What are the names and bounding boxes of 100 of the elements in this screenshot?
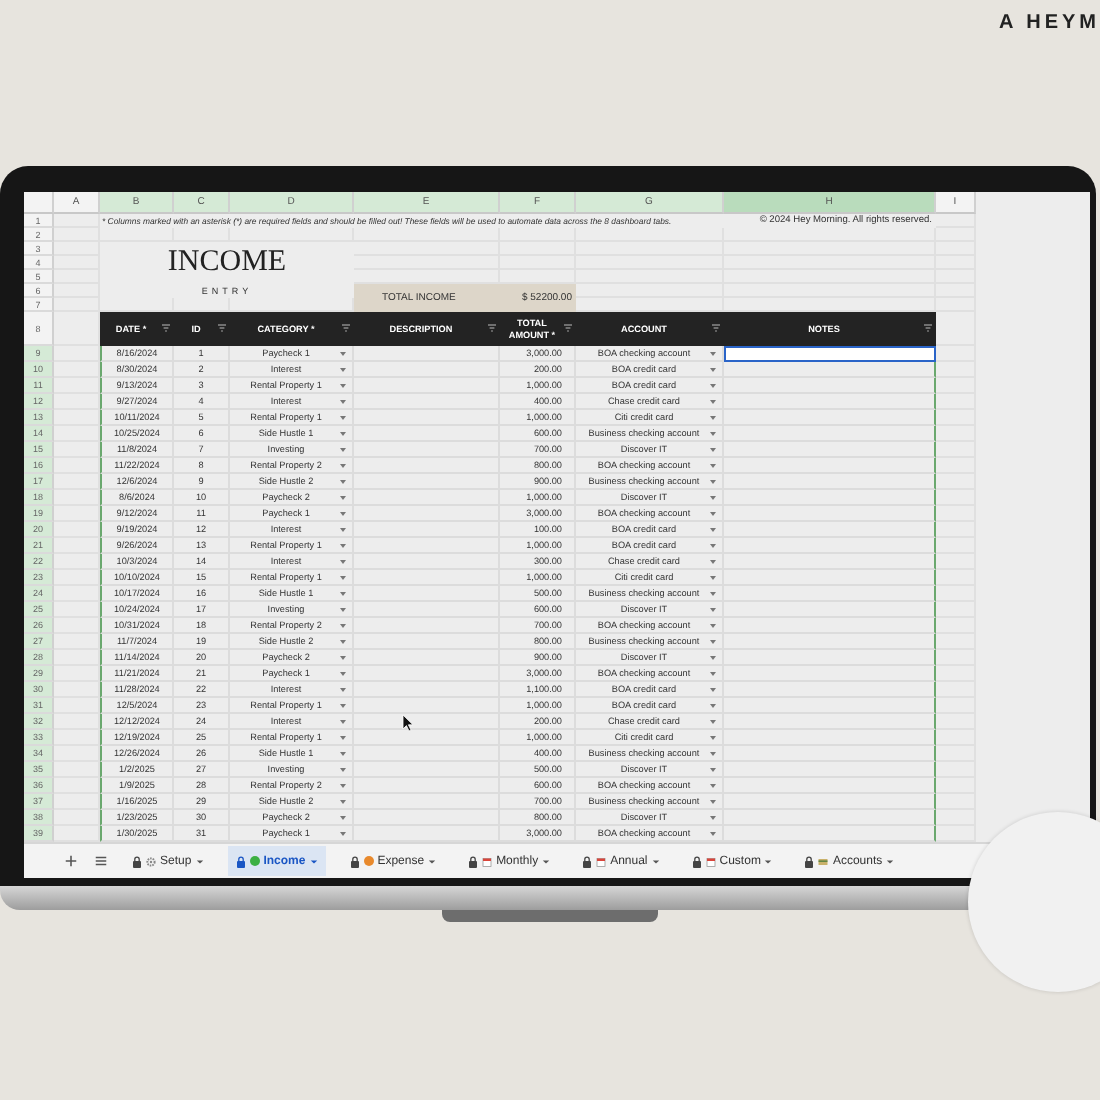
dropdown-arrow-icon — [340, 832, 346, 836]
notes-cell[interactable] — [724, 650, 936, 666]
empty-cell[interactable] — [936, 698, 976, 714]
notes-cell[interactable] — [724, 634, 936, 650]
dropdown-arrow-icon — [340, 592, 346, 596]
filter-icon[interactable] — [712, 324, 720, 332]
empty-cell[interactable] — [936, 778, 976, 794]
notes-cell[interactable] — [724, 778, 936, 794]
notes-cell[interactable] — [724, 378, 936, 394]
empty-cell[interactable] — [936, 794, 976, 810]
notes-cell[interactable] — [724, 458, 936, 474]
dropdown-arrow-icon — [710, 544, 716, 548]
empty-cell[interactable] — [936, 522, 976, 538]
empty-cell[interactable] — [936, 554, 976, 570]
notes-cell[interactable] — [724, 442, 936, 458]
calendar-icon — [705, 855, 716, 867]
empty-cell[interactable] — [936, 442, 976, 458]
lock-icon — [349, 855, 360, 867]
notes-cell[interactable] — [724, 410, 936, 426]
empty-cell[interactable] — [936, 362, 976, 378]
filter-icon[interactable] — [218, 324, 226, 332]
dropdown-arrow-icon — [710, 352, 716, 356]
notes-cell[interactable] — [724, 490, 936, 506]
notes-cell[interactable] — [724, 586, 936, 602]
empty-cell[interactable] — [936, 714, 976, 730]
notes-cell[interactable] — [724, 570, 936, 586]
empty-cell[interactable] — [936, 538, 976, 554]
notes-cell[interactable] — [724, 538, 936, 554]
dropdown-arrow-icon — [710, 656, 716, 660]
dropdown-arrow-icon — [710, 416, 716, 420]
empty-cell[interactable] — [576, 270, 724, 284]
empty-cell[interactable] — [936, 762, 976, 778]
empty-cell[interactable] — [936, 298, 976, 312]
empty-cell[interactable] — [936, 458, 976, 474]
empty-cell[interactable] — [936, 214, 976, 228]
dropdown-arrow-icon — [340, 608, 346, 612]
notes-cell[interactable] — [724, 346, 936, 362]
filter-icon[interactable] — [924, 324, 932, 332]
empty-cell[interactable] — [936, 474, 976, 490]
dropdown-arrow-icon — [710, 768, 716, 772]
empty-cell[interactable] — [576, 284, 724, 298]
empty-cell[interactable] — [936, 634, 976, 650]
notes-cell[interactable] — [724, 682, 936, 698]
empty-cell[interactable] — [936, 586, 976, 602]
dropdown-arrow-icon — [710, 512, 716, 516]
notes-cell[interactable] — [724, 362, 936, 378]
add-sheet-icon[interactable] — [64, 854, 78, 868]
empty-cell[interactable] — [936, 618, 976, 634]
notes-cell[interactable] — [724, 474, 936, 490]
dropdown-arrow-icon — [340, 816, 346, 820]
dropdown-arrow-icon — [710, 640, 716, 644]
empty-cell[interactable] — [936, 426, 976, 442]
dropdown-arrow-icon — [710, 496, 716, 500]
notes-cell[interactable] — [724, 554, 936, 570]
notes-cell[interactable] — [724, 810, 936, 826]
notes-cell[interactable] — [724, 762, 936, 778]
filter-icon[interactable] — [564, 324, 572, 332]
caret-icon — [309, 855, 318, 867]
notes-cell[interactable] — [724, 698, 936, 714]
empty-cell[interactable] — [936, 490, 976, 506]
empty-cell[interactable] — [936, 570, 976, 586]
dropdown-arrow-icon — [340, 448, 346, 452]
notes-cell[interactable] — [724, 746, 936, 762]
filter-icon[interactable] — [162, 324, 170, 332]
filter-icon[interactable] — [342, 324, 350, 332]
empty-cell[interactable] — [936, 666, 976, 682]
card-icon — [818, 855, 829, 867]
notes-cell[interactable] — [724, 506, 936, 522]
dropdown-arrow-icon — [340, 384, 346, 388]
notes-cell[interactable] — [724, 426, 936, 442]
notes-cell[interactable] — [724, 714, 936, 730]
mouse-pointer-icon — [402, 714, 414, 732]
dropdown-arrow-icon — [710, 688, 716, 692]
notes-cell[interactable] — [724, 394, 936, 410]
empty-cell[interactable] — [936, 410, 976, 426]
notes-cell[interactable] — [724, 794, 936, 810]
notes-cell[interactable] — [724, 618, 936, 634]
notes-cell[interactable] — [724, 666, 936, 682]
empty-cell[interactable] — [936, 810, 976, 826]
dropdown-arrow-icon — [340, 688, 346, 692]
empty-cell[interactable] — [936, 730, 976, 746]
empty-cell[interactable] — [936, 650, 976, 666]
dropdown-arrow-icon — [340, 368, 346, 372]
dropdown-arrow-icon — [340, 656, 346, 660]
filter-icon[interactable] — [488, 324, 496, 332]
dropdown-arrow-icon — [710, 608, 716, 612]
caret-icon — [195, 855, 204, 867]
lock-icon — [235, 855, 246, 867]
menu-icon[interactable] — [94, 854, 108, 868]
dropdown-arrow-icon — [340, 736, 346, 740]
empty-cell[interactable] — [936, 746, 976, 762]
empty-cell[interactable] — [936, 602, 976, 618]
empty-cell[interactable] — [936, 378, 976, 394]
notes-cell[interactable] — [724, 522, 936, 538]
dropdown-arrow-icon — [710, 400, 716, 404]
empty-cell[interactable] — [936, 506, 976, 522]
notes-cell[interactable] — [724, 602, 936, 618]
notes-cell[interactable] — [724, 730, 936, 746]
empty-cell[interactable] — [936, 682, 976, 698]
empty-cell[interactable] — [936, 394, 976, 410]
